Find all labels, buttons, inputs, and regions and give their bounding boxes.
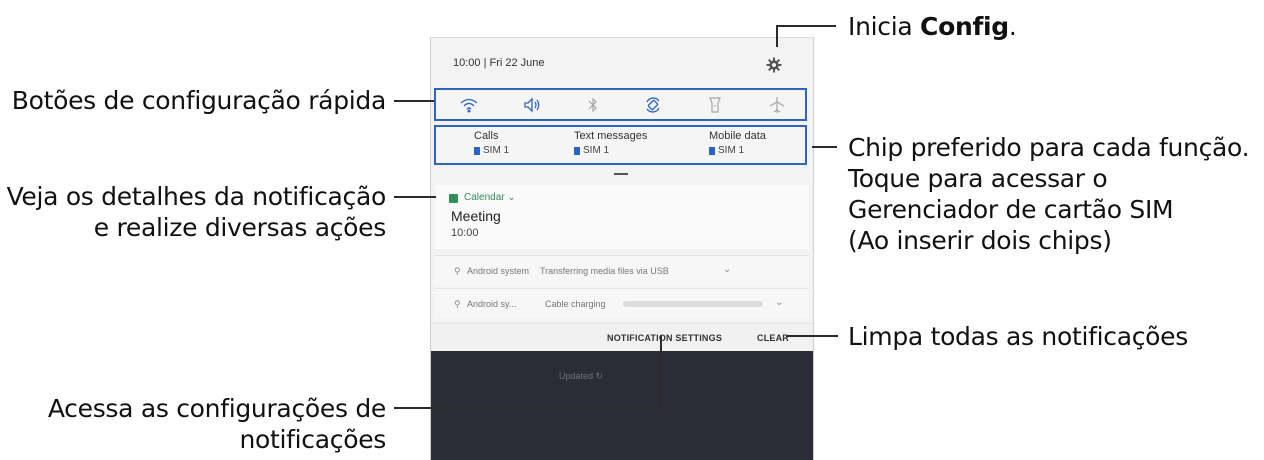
sim-card-icon [474,147,480,155]
auto-rotate-icon[interactable] [640,93,666,117]
sim-data-value-text: SIM 1 [718,145,745,156]
usb-icon: ⚲ [454,266,461,276]
callout-quick-buttons: Botões de configuração rápida [11,86,387,115]
callout-line [394,100,434,102]
sim-card-icon [574,147,580,155]
callout-line [786,335,838,337]
notification-message: Cable charging [545,299,606,309]
sim-data-title: Mobile data [709,130,766,142]
sim-text-messages[interactable]: Text messages SIM 1 [574,129,684,158]
sim-text-value-text: SIM 1 [583,145,610,156]
sim-calls-title: Calls [474,130,499,142]
sim-data-value: SIM 1 [709,144,813,158]
clear-button[interactable]: CLEAR [757,333,789,343]
callout-notification-settings: Acessa as configurações de notificações [47,394,386,454]
sim-preference-row[interactable]: Calls SIM 1 Text messages SIM 1 Mobile d… [434,125,807,165]
charging-icon: ⚲ [454,299,461,309]
calendar-notification[interactable]: Calendar ⌄ Meeting 10:00 [435,185,809,249]
system-notification-charging[interactable]: ⚲ Android sy... Cable charging ⌄ [435,288,809,319]
notification-panel: 10:00 | Fri 22 June Calls SIM 1 Text mes… [430,37,814,460]
callout-sim-preference: Chip preferido para cada função. Toque p… [848,133,1250,255]
callout-line [660,335,662,408]
system-notification-usb[interactable]: ⚲ Android system Transferring media file… [435,255,809,286]
chevron-down-icon[interactable]: ⌄ [723,264,731,275]
updated-text: Updated ↻ [559,371,604,381]
notification-app-name: Android sy... [467,299,517,309]
chevron-down-icon[interactable]: ⌄ [775,297,783,308]
notification-actions-bar: NOTIFICATION SETTINGS CLEAR [431,323,813,352]
callout-line [394,407,662,409]
callout-notification-details: Veja os detalhes da notificação e realiz… [6,182,387,242]
sim-text-value: SIM 1 [574,144,684,158]
callout-clear-all: Limpa todas as notificações [848,322,1188,351]
callout-line [812,146,837,148]
sim-calls-value: SIM 1 [474,144,584,158]
sim-text-title: Text messages [574,130,648,142]
sim-calls-value-text: SIM 1 [483,145,510,156]
blurred-text [623,301,763,307]
calendar-icon [449,194,458,203]
gear-icon[interactable] [765,56,783,74]
calendar-event-title: Meeting [451,208,501,224]
sound-icon[interactable] [519,93,545,117]
notification-settings-button[interactable]: NOTIFICATION SETTINGS [607,333,722,343]
callout-line [776,25,836,27]
calendar-app-name: Calendar ⌄ [464,192,516,203]
drag-handle[interactable] [614,173,628,175]
sim-card-icon [709,147,715,155]
status-row: 10:00 | Fri 22 June [431,38,813,80]
lock-screen-background: Updated ↻ [431,351,813,460]
notification-message: Transferring media files via USB [540,266,669,276]
airplane-mode-icon[interactable] [764,93,790,117]
sim-mobile-data[interactable]: Mobile data SIM 1 [709,129,813,158]
quick-settings-row [434,88,807,121]
calendar-event-time: 10:00 [451,227,479,239]
notification-app-name: Android system [467,266,530,276]
callout-line [776,26,778,47]
wifi-icon[interactable] [456,93,482,117]
callout-line [394,196,436,198]
flashlight-icon[interactable] [702,93,728,117]
status-date-time: 10:00 | Fri 22 June [453,57,545,69]
bluetooth-icon[interactable] [580,93,606,117]
sim-calls[interactable]: Calls SIM 1 [474,129,584,158]
callout-settings: Inicia Config. [848,12,1017,41]
